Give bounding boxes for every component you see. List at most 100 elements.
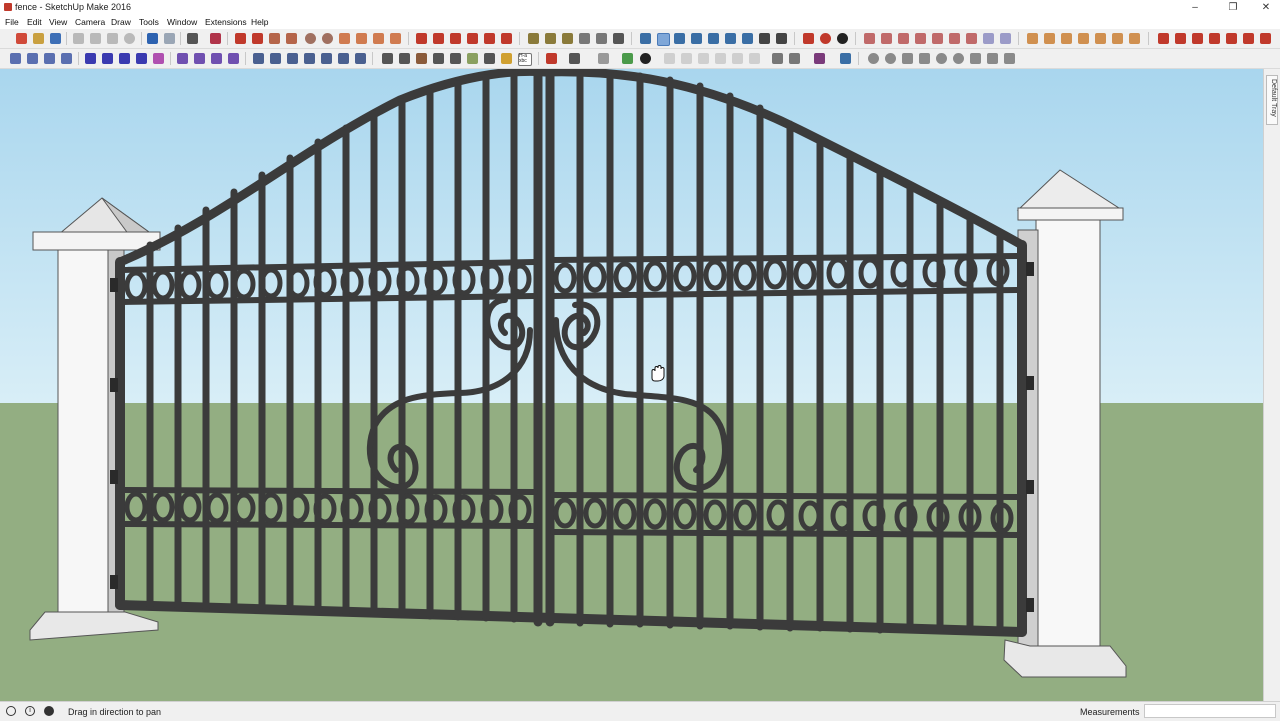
text-tool-icon[interactable]	[579, 33, 590, 44]
menu-extensions[interactable]: Extensions	[205, 17, 247, 27]
pie-tool-icon[interactable]	[390, 33, 401, 44]
undo-icon[interactable]	[147, 33, 158, 44]
model-viewport[interactable]	[0, 69, 1263, 701]
restore-icon[interactable]: ❐	[1219, 0, 1247, 15]
gate-component-icon[interactable]	[569, 53, 580, 64]
monochrome-icon[interactable]	[640, 53, 651, 64]
solid-outer-shell-icon[interactable]	[1243, 33, 1254, 44]
wireframe-icon[interactable]	[546, 53, 557, 64]
sun-icon[interactable]	[698, 53, 709, 64]
spline-icon[interactable]	[211, 53, 222, 64]
solid-subtract-icon[interactable]	[1192, 33, 1203, 44]
menu-draw[interactable]: Draw	[111, 17, 131, 27]
fredo-tools-icon[interactable]	[355, 53, 366, 64]
layer-icon[interactable]	[153, 53, 164, 64]
grid-snap-icon[interactable]	[1000, 33, 1011, 44]
donut-icon[interactable]	[953, 53, 964, 64]
warehouse-share-icon[interactable]	[814, 53, 825, 64]
curve-icon[interactable]	[987, 53, 998, 64]
extension-warehouse-icon[interactable]	[837, 33, 848, 44]
measurements-input[interactable]	[1144, 704, 1276, 718]
warehouse-icon[interactable]	[820, 33, 831, 44]
solid-intersect-icon[interactable]	[1175, 33, 1186, 44]
save-icon[interactable]	[50, 33, 61, 44]
edge-style-icon[interactable]	[715, 53, 726, 64]
ring-icon[interactable]	[936, 53, 947, 64]
zoom-extents-icon[interactable]	[708, 33, 719, 44]
loft-icon[interactable]	[61, 53, 72, 64]
rotate-tool-icon[interactable]	[450, 33, 461, 44]
pan-tool-icon[interactable]	[657, 33, 670, 46]
move-tool-icon[interactable]	[416, 33, 427, 44]
front-view-icon[interactable]	[416, 53, 427, 64]
curve-tool-icon[interactable]	[177, 53, 188, 64]
polyline-icon[interactable]	[228, 53, 239, 64]
curviloft-icon[interactable]	[321, 53, 332, 64]
print-icon[interactable]	[187, 33, 198, 44]
menu-view[interactable]: View	[49, 17, 67, 27]
scale-tool-icon[interactable]	[484, 33, 495, 44]
section-plane-icon[interactable]	[803, 33, 814, 44]
rectangle-tool-icon[interactable]	[269, 33, 280, 44]
weld-icon[interactable]	[27, 53, 38, 64]
top-view-icon[interactable]	[399, 53, 410, 64]
hidden-line-icon[interactable]	[598, 53, 609, 64]
fog-icon[interactable]	[664, 53, 675, 64]
protractor-icon[interactable]	[562, 33, 573, 44]
solid-union-icon[interactable]	[1158, 33, 1169, 44]
arc-tool-icon[interactable]	[339, 33, 350, 44]
roof-tool-icon[interactable]	[1044, 33, 1055, 44]
stamp-icon[interactable]	[915, 33, 926, 44]
follow-me-icon[interactable]	[467, 33, 478, 44]
menu-help[interactable]: Help	[251, 17, 268, 27]
floor-tool-icon[interactable]	[1112, 33, 1123, 44]
joint-push-pull-icon[interactable]	[304, 53, 315, 64]
menu-edit[interactable]: Edit	[27, 17, 42, 27]
redo-icon[interactable]	[164, 33, 175, 44]
solid-split-icon[interactable]	[1226, 33, 1237, 44]
group-icon[interactable]	[102, 53, 113, 64]
model-info-icon[interactable]	[210, 33, 221, 44]
tangent-icon[interactable]	[902, 53, 913, 64]
sandbox-from-scratch-icon[interactable]	[881, 33, 892, 44]
rotated-rectangle-icon[interactable]	[286, 33, 297, 44]
arc-snap-icon[interactable]	[885, 53, 896, 64]
stair-tool-icon[interactable]	[1027, 33, 1038, 44]
circle-snap-icon[interactable]	[868, 53, 879, 64]
zoom-window-icon[interactable]	[691, 33, 702, 44]
geo-location-icon[interactable]	[6, 706, 16, 716]
right-view-icon[interactable]	[433, 53, 444, 64]
position-camera-icon[interactable]	[742, 33, 753, 44]
window-tool-icon[interactable]	[1078, 33, 1089, 44]
three-d-text-icon[interactable]	[613, 33, 624, 44]
copy-icon[interactable]	[90, 33, 101, 44]
bezier-icon[interactable]	[194, 53, 205, 64]
ceiling-tool-icon[interactable]	[1129, 33, 1140, 44]
drape-icon[interactable]	[932, 33, 943, 44]
menu-tools[interactable]: Tools	[139, 17, 159, 27]
orbit-tool-icon[interactable]	[640, 33, 651, 44]
rotate-copy-icon[interactable]	[919, 53, 930, 64]
axes-tool-icon[interactable]	[596, 33, 607, 44]
text-tool-xbc-icon[interactable]: H-a xbc	[518, 53, 532, 66]
menu-window[interactable]: Window	[167, 17, 197, 27]
dimension-icon[interactable]	[545, 33, 556, 44]
door-tool-icon[interactable]	[1095, 33, 1106, 44]
paste-icon[interactable]	[107, 33, 118, 44]
grid-icon[interactable]	[983, 33, 994, 44]
freehand-tool-icon[interactable]	[252, 33, 263, 44]
circle-tool-icon[interactable]	[305, 33, 316, 44]
previous-view-icon[interactable]	[725, 33, 736, 44]
iso-view-icon[interactable]	[382, 53, 393, 64]
erase-icon[interactable]	[124, 33, 135, 44]
user-icon[interactable]	[44, 706, 54, 716]
profile-icon[interactable]	[732, 53, 743, 64]
minimize-icon[interactable]: –	[1181, 0, 1209, 15]
edge-tools-icon[interactable]	[44, 53, 55, 64]
new-file-icon[interactable]	[16, 33, 27, 44]
depth-cue-icon[interactable]	[749, 53, 760, 64]
fredo-scale-icon[interactable]	[270, 53, 281, 64]
cut-icon[interactable]	[73, 33, 84, 44]
walk-tool-icon[interactable]	[776, 33, 787, 44]
menu-camera[interactable]: Camera	[75, 17, 105, 27]
